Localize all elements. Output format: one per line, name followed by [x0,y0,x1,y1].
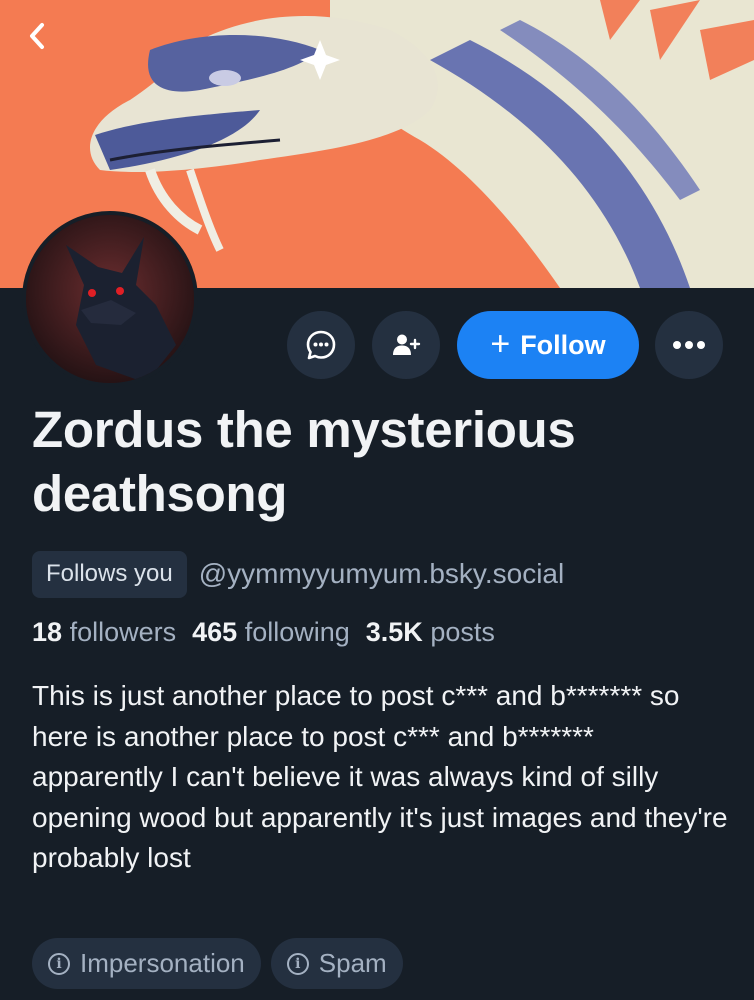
posts-label: posts [430,617,495,647]
chevron-left-icon [30,23,44,49]
label-text: Impersonation [80,948,245,978]
suggested-follows-button[interactable] [372,311,440,379]
posts-count: 3.5K [365,617,423,647]
label-text: Spam [318,948,387,978]
profile-bio: This is just another place to post c*** … [32,680,728,873]
back-button[interactable] [16,14,60,58]
following-label: following [244,617,350,647]
label-impersonation[interactable]: i Impersonation [32,938,261,989]
profile-stats: 18 followers 465 following 3.5K posts [32,612,495,652]
plus-icon: + [490,324,511,363]
info-icon: i [286,952,309,975]
label-spam[interactable]: i Spam [270,938,403,989]
follows-you-badge: Follows you [32,550,187,598]
followers-count: 18 [32,617,63,647]
following-count: 465 [192,617,238,647]
posts-stat: 3.5K posts [366,612,495,652]
chat-bubble-icon [306,330,336,360]
followers-stat[interactable]: 18 followers [32,612,176,652]
person-plus-icon [393,334,421,355]
display-name: Zordus the mysterious deathsong [32,401,576,522]
profile-handle: @yymmyyumyum.bsky.social [198,558,565,589]
profile-actions: + Follow [0,311,754,379]
handle-row: Follows you @yymmyyumyum.bsky.social [32,550,564,598]
follow-button-label: Follow [520,329,606,360]
more-options-button[interactable] [655,311,723,379]
followers-label: followers [69,617,177,647]
moderation-labels: i Impersonation i Spam [32,938,403,989]
follow-button[interactable]: + Follow [457,311,639,379]
ellipsis-icon [673,341,705,349]
following-stat[interactable]: 465 following [192,612,350,652]
info-icon: i [48,952,70,975]
message-button[interactable] [287,311,355,379]
